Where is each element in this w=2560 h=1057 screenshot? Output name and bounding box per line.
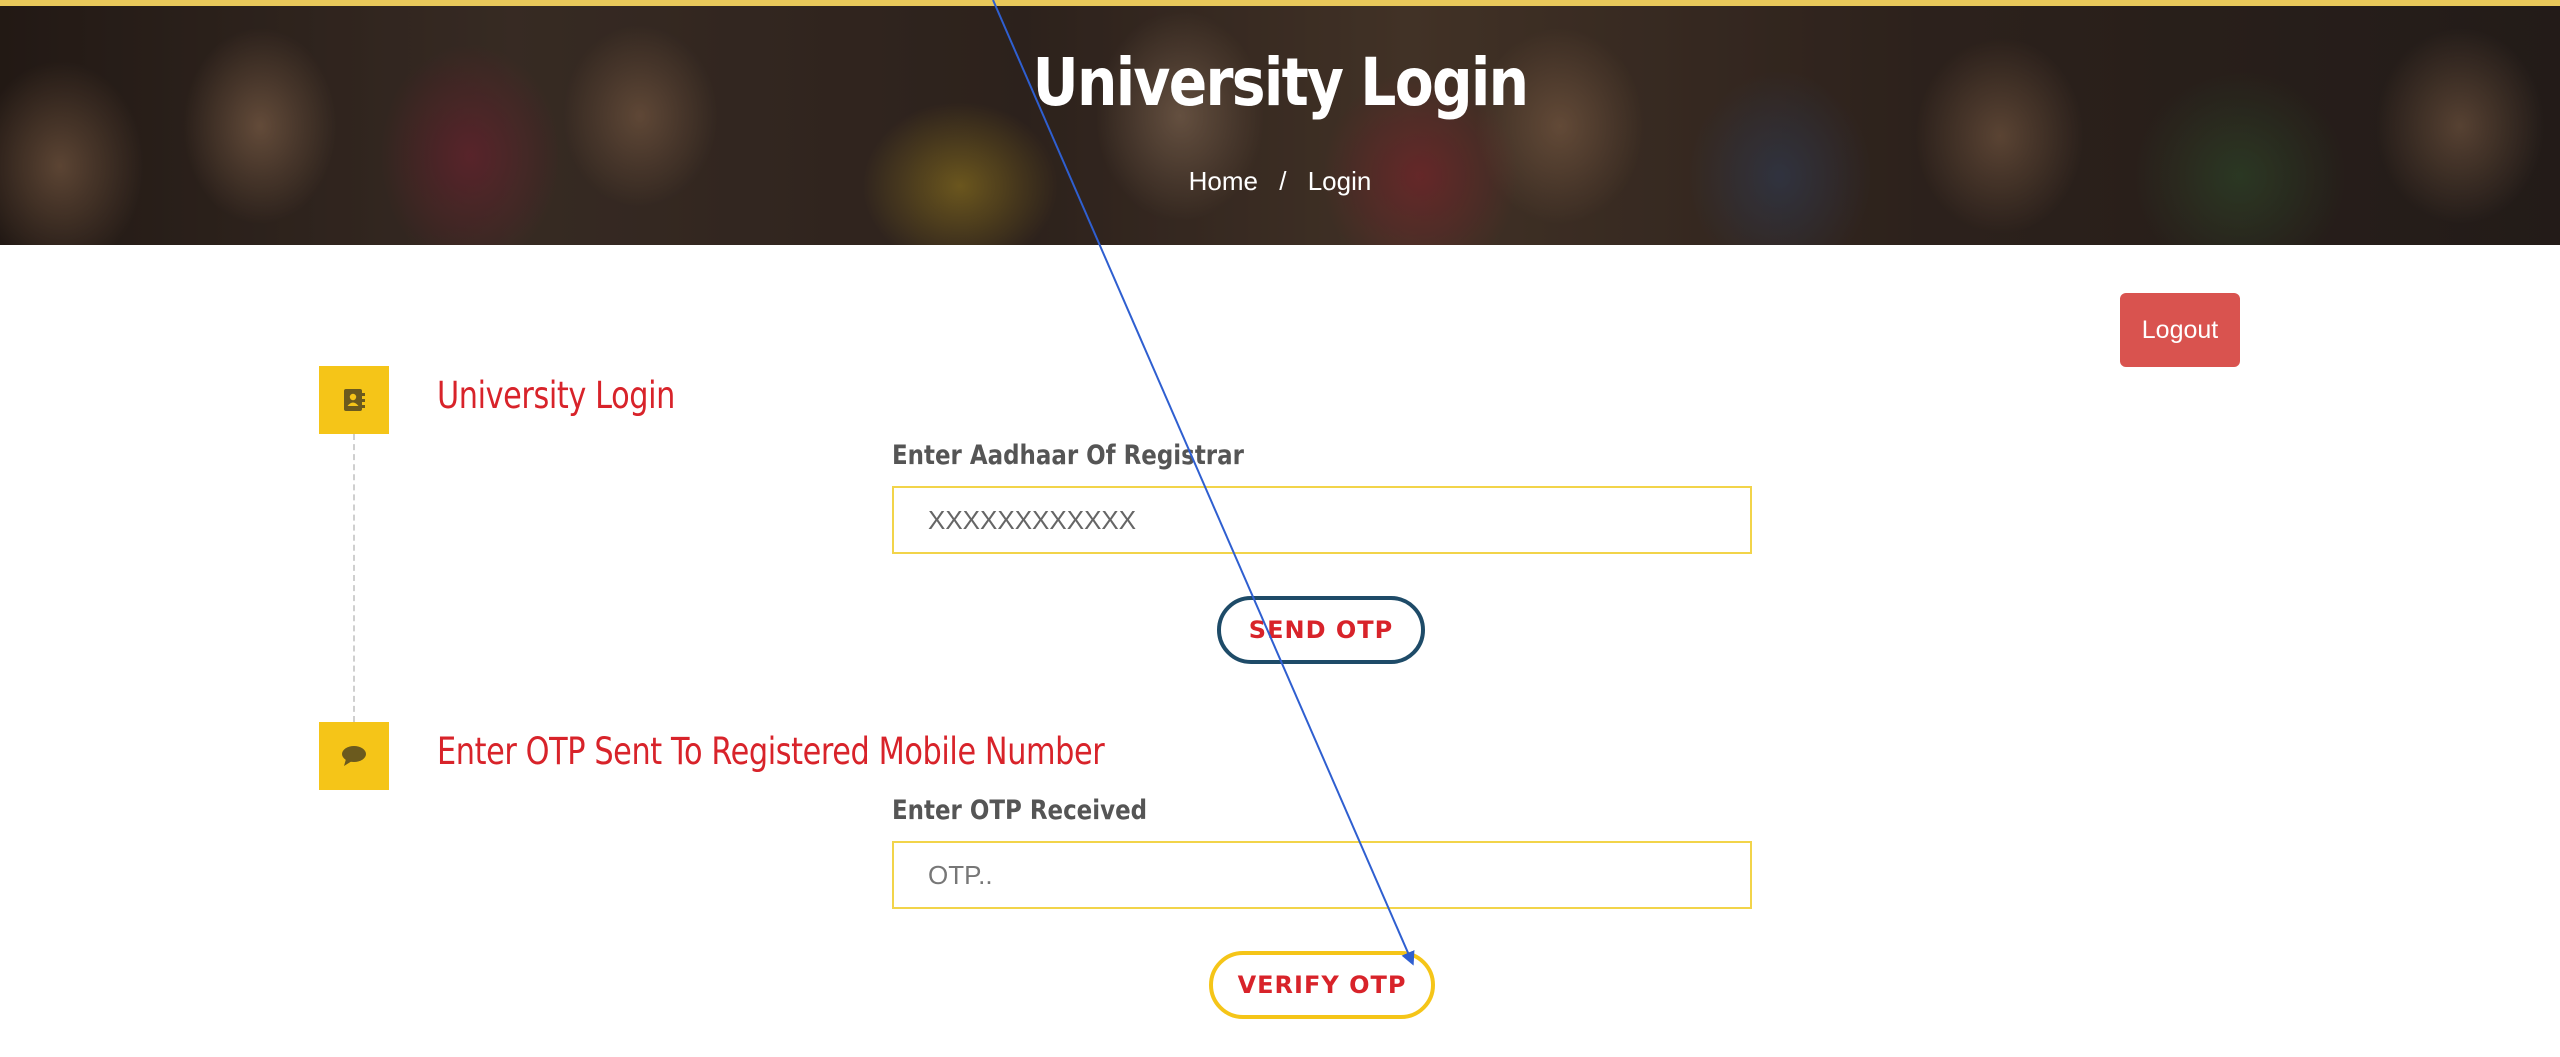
- page-title: University Login: [1032, 44, 1529, 121]
- breadcrumb-home-link[interactable]: Home: [1189, 166, 1258, 197]
- contact-book-icon: [319, 366, 389, 434]
- send-otp-button[interactable]: SEND OTP: [1217, 596, 1425, 664]
- chat-bubble-icon: [319, 722, 389, 790]
- otp-field-label: Enter OTP Received: [892, 795, 1148, 826]
- verify-otp-button[interactable]: VERIFY OTP: [1209, 951, 1435, 1019]
- page: University Login Home / Login Logout Uni…: [0, 0, 2560, 1057]
- hero-banner: University Login Home / Login: [0, 0, 2560, 245]
- step-title-university-login: University Login: [437, 374, 675, 417]
- breadcrumb-current: Login: [1307, 166, 1372, 196]
- aadhaar-field-label: Enter Aadhaar Of Registrar: [892, 440, 1244, 471]
- aadhaar-input[interactable]: [892, 486, 1752, 554]
- logout-button[interactable]: Logout: [2120, 293, 2240, 367]
- step-title-enter-otp: Enter OTP Sent To Registered Mobile Numb…: [437, 730, 1105, 773]
- breadcrumb: Home / Login: [0, 166, 2560, 197]
- breadcrumb-separator: /: [1279, 166, 1287, 196]
- otp-input[interactable]: [892, 841, 1752, 909]
- timeline-connector: [353, 434, 355, 722]
